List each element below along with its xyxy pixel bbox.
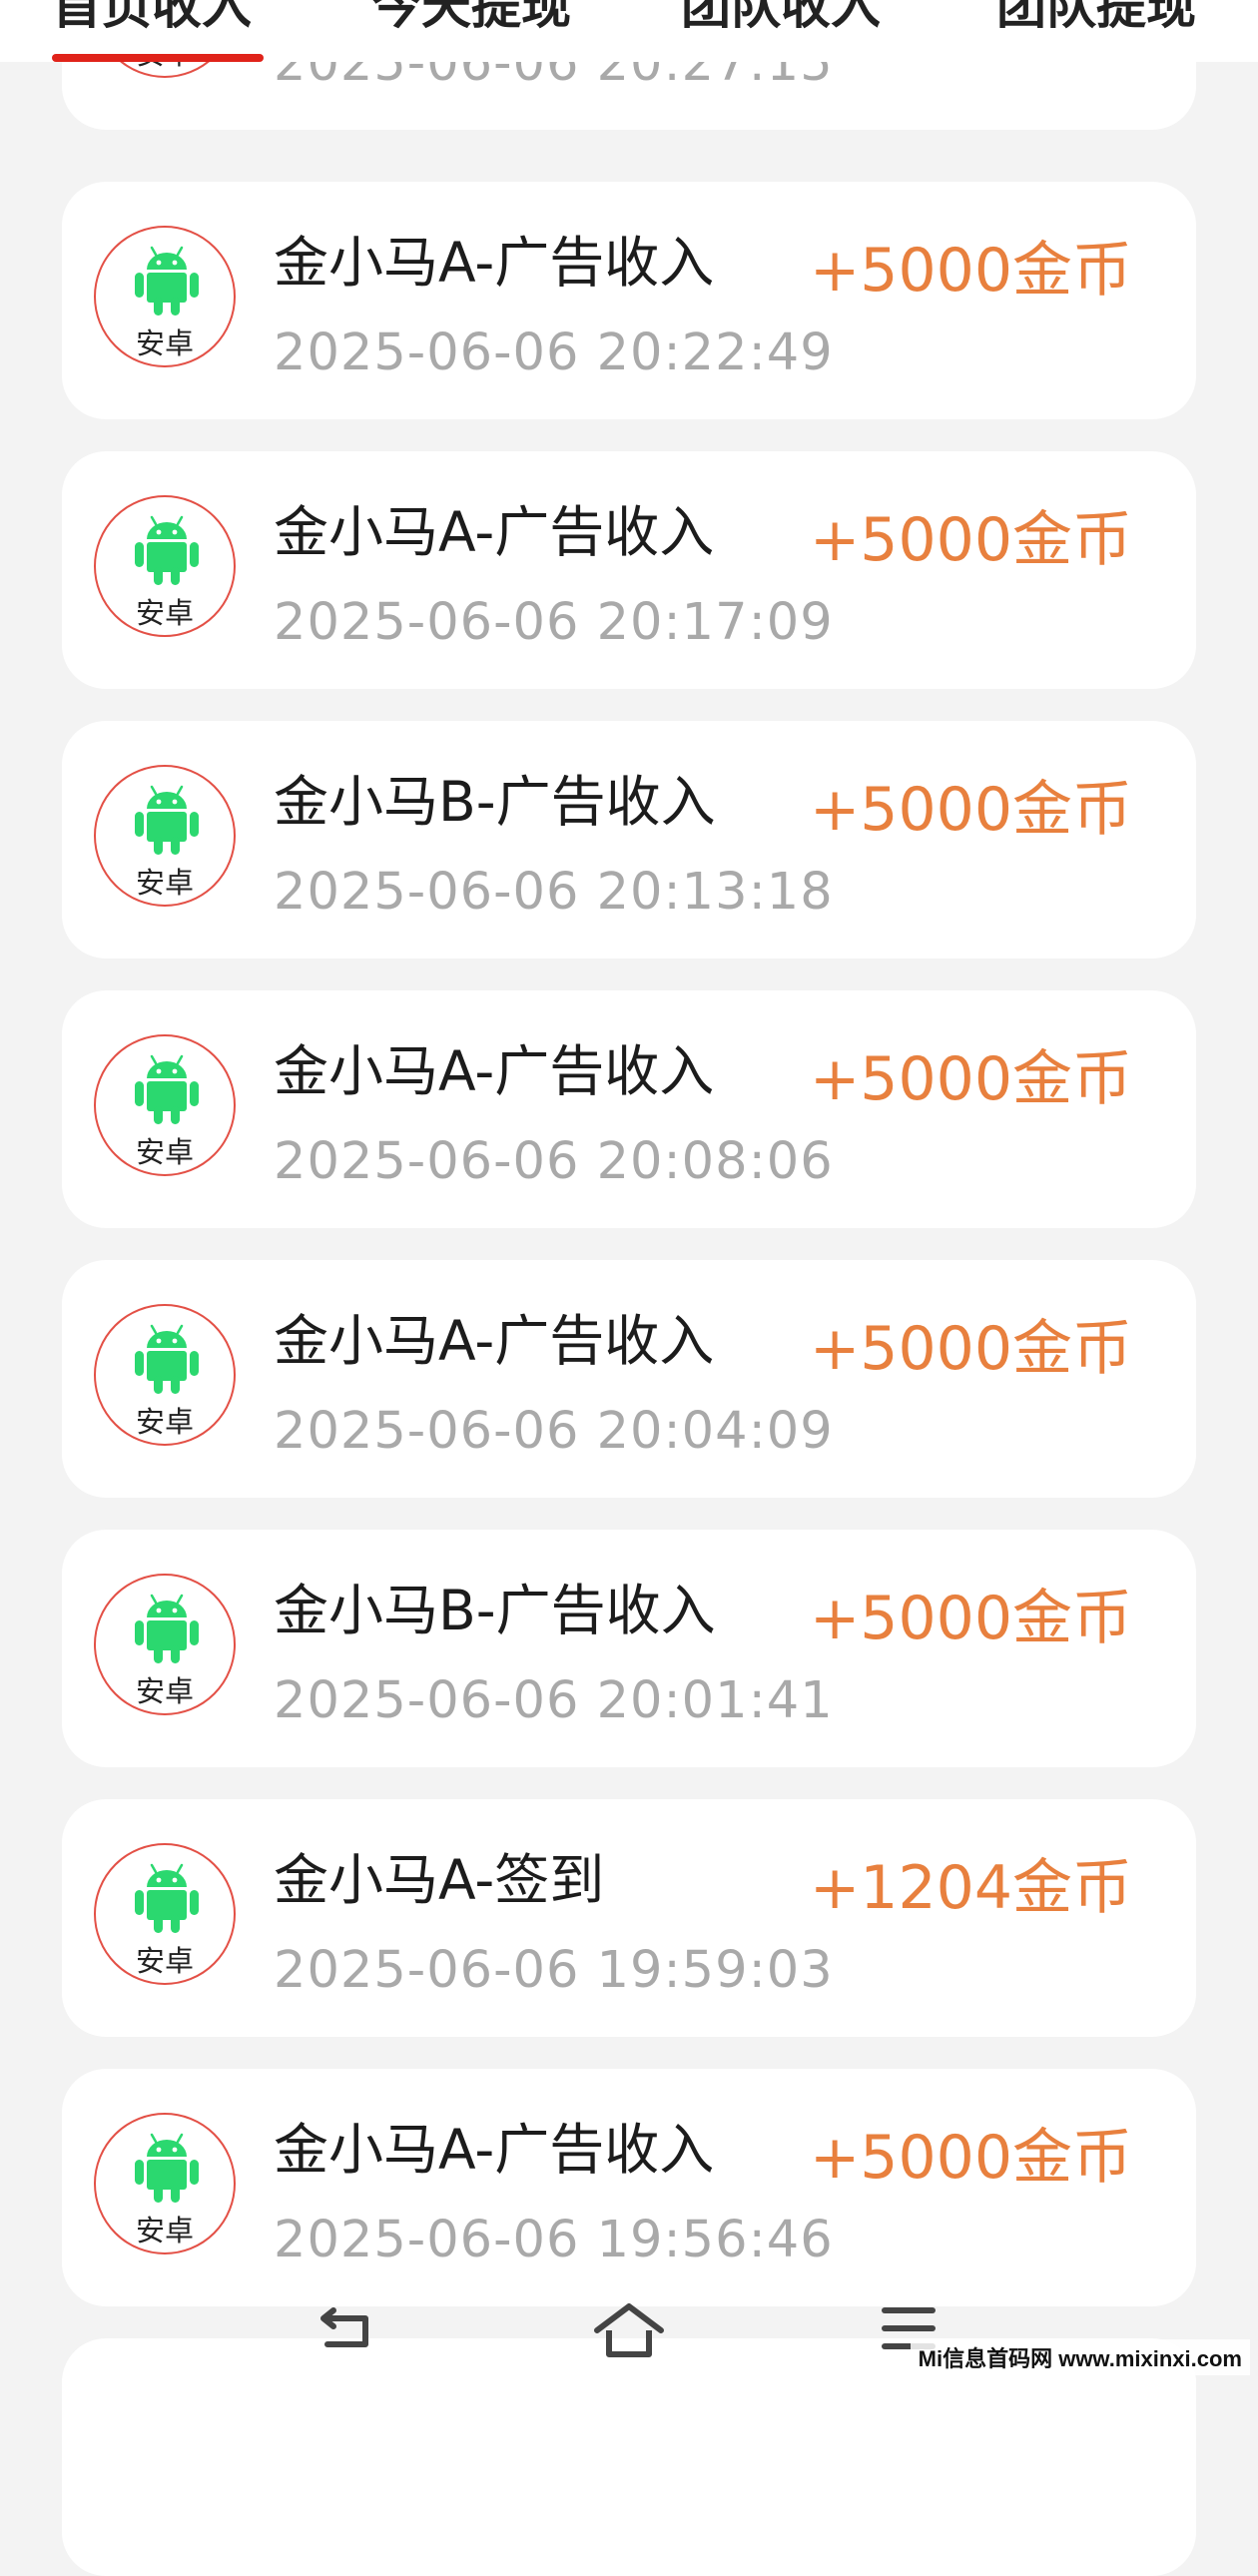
nav-home-button[interactable] [589, 2296, 669, 2366]
record-amount: +5000金币 [810, 236, 1132, 306]
record-card[interactable]: 安卓 金小马A-广告收入 2025-06-06 19:56:46 +5000金币 [62, 2069, 1196, 2306]
record-title: 金小马A-广告收入 [274, 1309, 715, 1373]
platform-badge: 安卓 [94, 1843, 236, 1985]
record-title: 金小马A-广告收入 [274, 2118, 715, 2182]
android-icon [123, 1857, 211, 1937]
platform-label: 安卓 [135, 326, 194, 360]
android-icon [123, 1588, 211, 1667]
record-card[interactable]: 安卓 金小马B-广告收入 2025-06-06 20:13:18 +5000金币 [62, 721, 1196, 959]
record-card[interactable]: 安卓 金小马A-签到 2025-06-06 19:59:03 +1204金币 [62, 1799, 1196, 2037]
active-tab-indicator [52, 54, 264, 62]
record-card[interactable]: 安卓 金小马B-广告收入 2025-06-06 20:01:41 +5000金币 [62, 1530, 1196, 1767]
home-icon [594, 2303, 664, 2357]
platform-label: 安卓 [135, 1944, 194, 1978]
record-time: 2025-06-06 20:17:09 [274, 593, 834, 652]
record-title: 金小马B-广告收入 [274, 1579, 716, 1642]
record-amount: +5000金币 [810, 505, 1132, 575]
record-time: 2025-06-06 20:22:49 [274, 323, 834, 382]
record-time: 2025-06-06 19:56:46 [274, 2211, 834, 2269]
nav-back-button[interactable] [310, 2296, 389, 2366]
platform-label: 安卓 [135, 1135, 194, 1169]
android-icon [123, 2127, 211, 2207]
record-amount: +1204金币 [810, 1853, 1132, 1923]
tab-today-withdraw[interactable]: 今天提现 [371, 0, 571, 38]
platform-badge: 安卓 [94, 1574, 236, 1715]
platform-label: 安卓 [135, 1674, 194, 1708]
platform-badge: 安卓 [94, 1034, 236, 1176]
record-time: 2025-06-06 20:04:09 [274, 1402, 834, 1461]
android-icon [123, 509, 211, 589]
tab-bar: 首页收入 今天提现 团队收入 团队提现 [0, 0, 1258, 62]
record-amount: +5000金币 [810, 1584, 1132, 1653]
record-title: 金小马A-签到 [274, 1848, 605, 1912]
record-time: 2025-06-06 20:08:06 [274, 1132, 834, 1191]
record-amount: +5000金币 [810, 2123, 1132, 2193]
record-time: 2025-06-06 20:13:18 [274, 863, 834, 922]
platform-badge: 安卓 [94, 765, 236, 907]
platform-badge: 安卓 [94, 1304, 236, 1446]
record-card[interactable]: 安卓 金小马A-广告收入 2025-06-06 20:17:09 +5000金币 [62, 451, 1196, 689]
platform-label: 安卓 [135, 1405, 194, 1439]
record-time: 2025-06-06 20:01:41 [274, 1671, 834, 1730]
record-amount: +5000金币 [810, 1314, 1132, 1384]
android-icon [123, 1048, 211, 1128]
platform-badge: 安卓 [94, 2113, 236, 2254]
watermark-text: Mi信息首码网 www.mixinxi.com [910, 2339, 1250, 2375]
record-card[interactable]: 安卓 金小马A-广告收入 2025-06-06 20:08:06 +5000金币 [62, 990, 1196, 1228]
record-title: 金小马A-广告收入 [274, 1039, 715, 1103]
platform-badge: 安卓 [94, 495, 236, 637]
tab-team-withdraw[interactable]: 团队提现 [996, 0, 1196, 38]
android-icon [123, 1318, 211, 1398]
tab-home-income[interactable]: 首页收入 [52, 0, 252, 38]
platform-badge: 安卓 [94, 226, 236, 367]
record-time: 2025-06-06 19:59:03 [274, 1941, 834, 2000]
record-title: 金小马A-广告收入 [274, 231, 715, 295]
record-title: 金小马B-广告收入 [274, 770, 716, 834]
android-icon [123, 240, 211, 320]
record-title: 金小马A-广告收入 [274, 500, 715, 564]
tab-team-income[interactable]: 团队收入 [681, 0, 881, 38]
record-card[interactable]: 安卓 金小马A-广告收入 2025-06-06 20:04:09 +5000金币 [62, 1260, 1196, 1498]
back-icon [320, 2307, 368, 2347]
android-icon [123, 779, 211, 859]
record-card[interactable]: 安卓 金小马A-广告收入 2025-06-06 20:22:49 +5000金币 [62, 182, 1196, 419]
platform-label: 安卓 [135, 2214, 194, 2248]
platform-label: 安卓 [135, 596, 194, 630]
record-amount: +5000金币 [810, 1044, 1132, 1114]
platform-label: 安卓 [135, 866, 194, 900]
record-amount: +5000金币 [810, 775, 1132, 845]
